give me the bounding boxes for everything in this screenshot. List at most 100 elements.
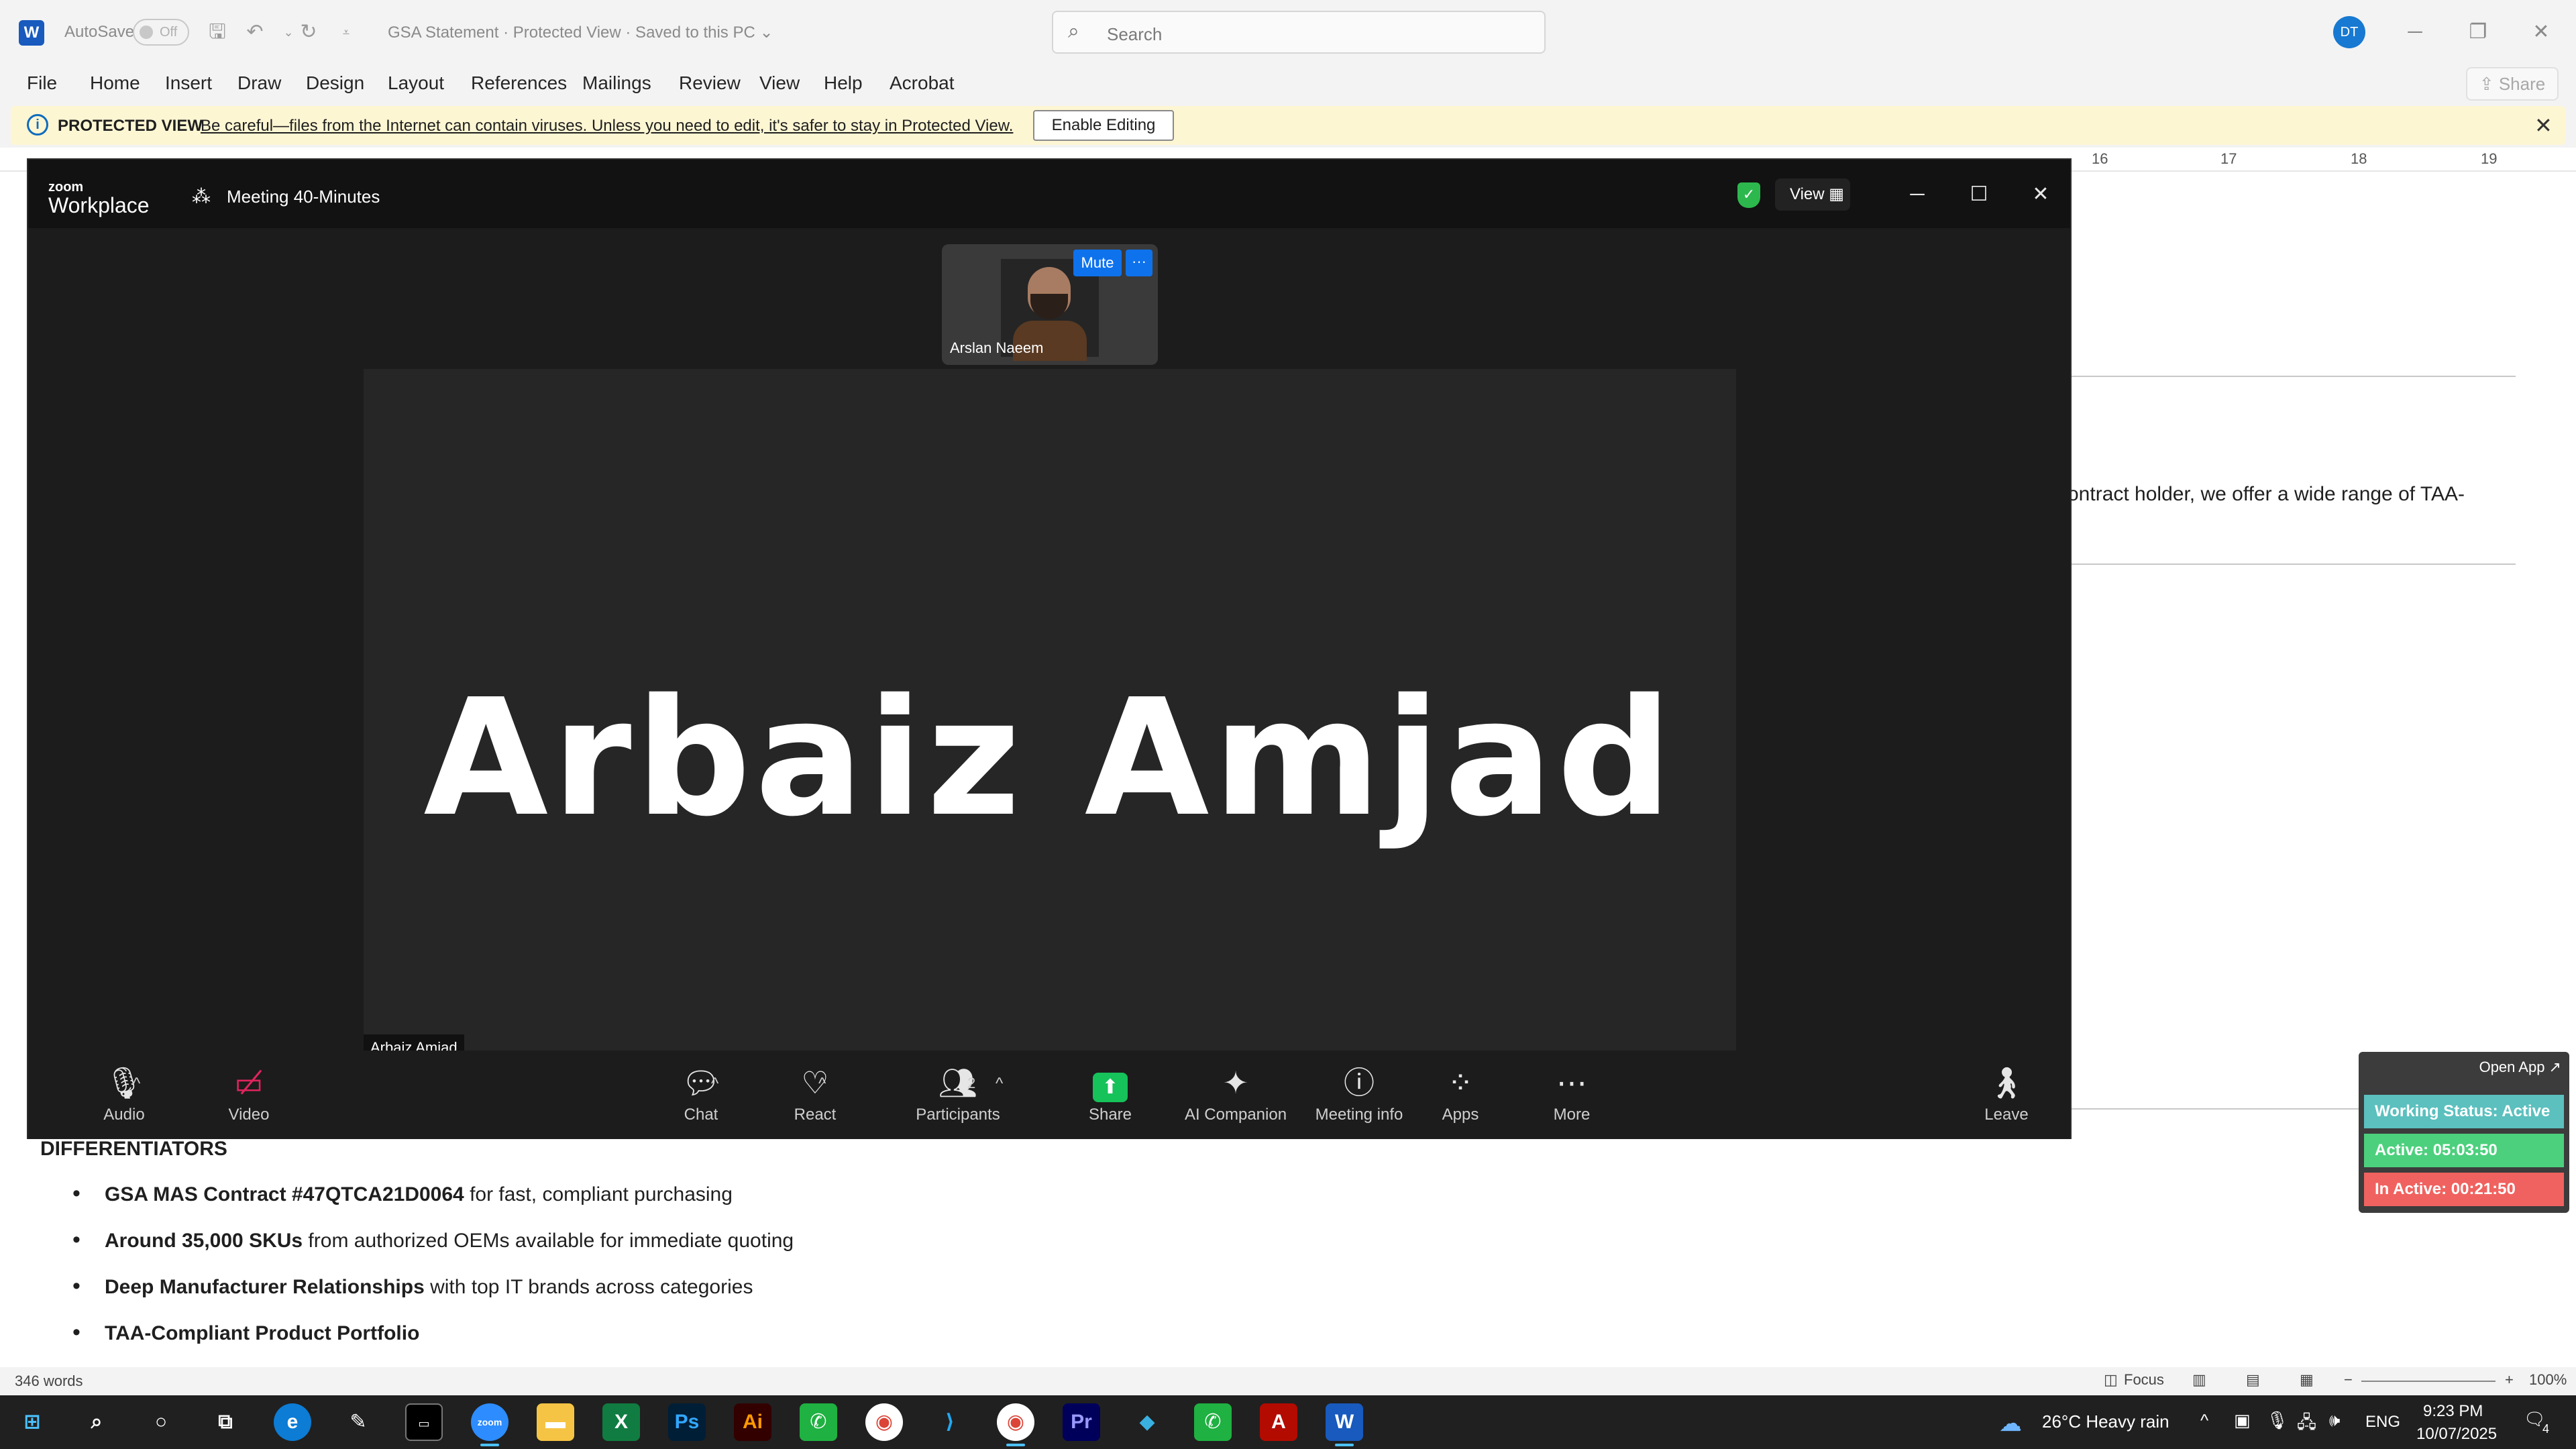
tab-insert[interactable]: Insert <box>165 72 212 94</box>
audio-button[interactable]: 🎙︎ Audio <box>80 1064 168 1124</box>
maximize-icon[interactable]: ☐ <box>1963 178 1995 211</box>
zoom-slider[interactable] <box>2361 1381 2496 1382</box>
leave-button[interactable]: 🚶︎ Leave <box>1963 1064 2050 1124</box>
vscode-icon[interactable]: ⟩ <box>931 1403 969 1441</box>
video-button[interactable]: ▭̸ Video <box>205 1064 292 1124</box>
view-button[interactable]: View ▦ <box>1775 178 1850 211</box>
print-layout-icon[interactable]: ▤ <box>2246 1371 2260 1389</box>
tab-layout[interactable]: Layout <box>388 72 444 94</box>
clock-time[interactable]: 9:23 PM <box>2423 1402 2483 1421</box>
redo-icon[interactable]: ↻ <box>295 19 322 46</box>
app-diamond-icon[interactable]: ◆ <box>1128 1403 1166 1441</box>
task-view-icon[interactable]: ⧉ <box>207 1403 244 1441</box>
word-count[interactable]: 346 words <box>15 1373 83 1390</box>
tab-mailings[interactable]: Mailings <box>582 72 651 94</box>
tab-view[interactable]: View <box>759 72 800 94</box>
meet-now-icon[interactable]: ▣ <box>2234 1410 2251 1431</box>
protected-view-message[interactable]: Be careful—files from the Internet can c… <box>201 117 1013 136</box>
volume-icon[interactable]: 🕪 <box>2329 1410 2340 1432</box>
participants-caret-icon[interactable]: ^ <box>996 1075 1003 1093</box>
focus-icon[interactable]: ◫ <box>2104 1371 2118 1389</box>
react-caret-icon[interactable]: ^ <box>818 1075 826 1093</box>
acrobat-icon[interactable]: A <box>1260 1403 1297 1441</box>
premiere-icon[interactable]: Pr <box>1063 1403 1100 1441</box>
meeting-info-button[interactable]: ⓘ Meeting info <box>1299 1064 1419 1124</box>
zoom-header: zoom Workplace ⁂ Meeting 40-Minutes ✓ Vi… <box>28 160 2070 228</box>
share-screen-button[interactable]: ⬆ Share <box>1067 1064 1154 1124</box>
terminal-icon[interactable]: ▭ <box>405 1403 443 1441</box>
weather-icon[interactable]: ☁ <box>1999 1410 2022 1437</box>
autosave-toggle[interactable]: Off <box>133 19 189 46</box>
open-app-link[interactable]: Open App ↗ <box>2479 1059 2561 1076</box>
chat-caret-icon[interactable]: ^ <box>711 1075 718 1093</box>
close-icon[interactable]: ✕ <box>2521 15 2561 50</box>
tab-draw[interactable]: Draw <box>237 72 281 94</box>
chrome-profile-icon[interactable]: ◉ <box>997 1403 1034 1441</box>
excel-icon[interactable]: X <box>602 1403 640 1441</box>
clock-date[interactable]: 10/07/2025 <box>2416 1425 2497 1444</box>
tab-home[interactable]: Home <box>90 72 140 94</box>
focus-label[interactable]: Focus <box>2124 1371 2164 1389</box>
microphone-icon[interactable]: 🎙︎ <box>2266 1410 2288 1431</box>
illustrator-icon[interactable]: Ai <box>734 1403 771 1441</box>
restore-icon[interactable]: ❐ <box>2458 15 2498 50</box>
list-item: TAA-Compliant Product Portfolio <box>67 1320 794 1368</box>
meeting-title[interactable]: Meeting 40-Minutes <box>227 186 380 207</box>
share-icon: ⇪ <box>2479 74 2499 94</box>
close-icon[interactable]: ✕ <box>2025 178 2057 211</box>
react-button[interactable]: ♡ React <box>771 1064 859 1124</box>
minimize-icon[interactable]: ─ <box>1901 178 1933 211</box>
tab-help[interactable]: Help <box>824 72 863 94</box>
tab-references[interactable]: References <box>471 72 567 94</box>
chrome-icon[interactable]: ◉ <box>865 1403 903 1441</box>
ai-companion-button[interactable]: ✦ AI Companion <box>1161 1064 1311 1124</box>
word-status-bar: 346 words ◫ Focus ▥ ▤ ▦ − + 100% <box>0 1367 2576 1395</box>
document-title[interactable]: GSA Statement · Protected View · Saved t… <box>388 23 773 42</box>
zoom-out-icon[interactable]: − <box>2344 1371 2353 1389</box>
user-avatar[interactable]: DT <box>2333 16 2365 48</box>
web-layout-icon[interactable]: ▦ <box>2300 1371 2314 1389</box>
phone-app-2-icon[interactable]: ✆ <box>1194 1403 1232 1441</box>
customize-qat-icon[interactable]: ⩡ <box>333 19 360 46</box>
file-explorer-icon[interactable]: ▬ <box>537 1403 574 1441</box>
tab-acrobat[interactable]: Acrobat <box>890 72 955 94</box>
word-taskbar-icon[interactable]: W <box>1326 1403 1363 1441</box>
participant-thumbnail[interactable]: Mute ··· Arslan Naeem <box>942 244 1158 365</box>
apps-button[interactable]: ⁘ Apps <box>1417 1064 1504 1124</box>
pen-icon[interactable]: ✎ <box>339 1403 377 1441</box>
photoshop-icon[interactable]: Ps <box>668 1403 706 1441</box>
audio-caret-icon[interactable]: ^ <box>133 1075 140 1093</box>
search-icon[interactable]: ⌕ <box>78 1403 115 1441</box>
cortana-icon[interactable]: ○ <box>142 1403 180 1441</box>
tab-design[interactable]: Design <box>306 72 364 94</box>
enable-editing-button[interactable]: Enable Editing <box>1033 110 1174 141</box>
search-box[interactable]: ⌕ Search <box>1052 11 1546 54</box>
chat-button[interactable]: 💬︎ Chat <box>657 1064 745 1124</box>
read-mode-icon[interactable]: ▥ <box>2192 1371 2206 1389</box>
more-button[interactable]: ⋯ More <box>1528 1064 1615 1124</box>
weather-text[interactable]: 26°C Heavy rain <box>2042 1411 2169 1432</box>
chevron-up-icon[interactable]: ^ <box>2200 1410 2208 1431</box>
zoom-taskbar-icon[interactable]: zoom <box>471 1403 508 1441</box>
minimize-icon[interactable]: ─ <box>2395 15 2435 50</box>
close-icon[interactable]: ✕ <box>2534 113 2553 138</box>
language-indicator[interactable]: ENG <box>2365 1413 2400 1432</box>
participants-button[interactable]: 👥︎ Participants <box>898 1064 1018 1124</box>
phone-app-icon[interactable]: ✆ <box>800 1403 837 1441</box>
tab-review[interactable]: Review <box>679 72 741 94</box>
zoom-in-icon[interactable]: + <box>2505 1371 2514 1389</box>
zoom-level[interactable]: 100% <box>2529 1371 2567 1389</box>
undo-icon[interactable]: ↶ <box>241 19 268 46</box>
mute-button[interactable]: Mute <box>1073 250 1122 276</box>
shield-icon[interactable]: ✓ <box>1737 182 1760 208</box>
tab-file[interactable]: File <box>27 72 57 94</box>
list-item-text: from authorized OEMs available for immed… <box>303 1230 794 1252</box>
windows-start-icon[interactable]: ⊞ <box>13 1403 51 1441</box>
more-options-button[interactable]: ··· <box>1126 250 1152 276</box>
network-icon[interactable]: 🖧 <box>2297 1410 2316 1440</box>
list-item-bold: Deep Manufacturer Relationships <box>105 1276 425 1298</box>
save-icon[interactable]: 🖫 <box>204 19 231 46</box>
main-video-tile[interactable]: Arbaiz Amjad Arbaiz Amjad <box>364 369 1736 1061</box>
share-button[interactable]: ⇪ Share <box>2466 67 2559 101</box>
edge-icon[interactable]: e <box>274 1403 311 1441</box>
